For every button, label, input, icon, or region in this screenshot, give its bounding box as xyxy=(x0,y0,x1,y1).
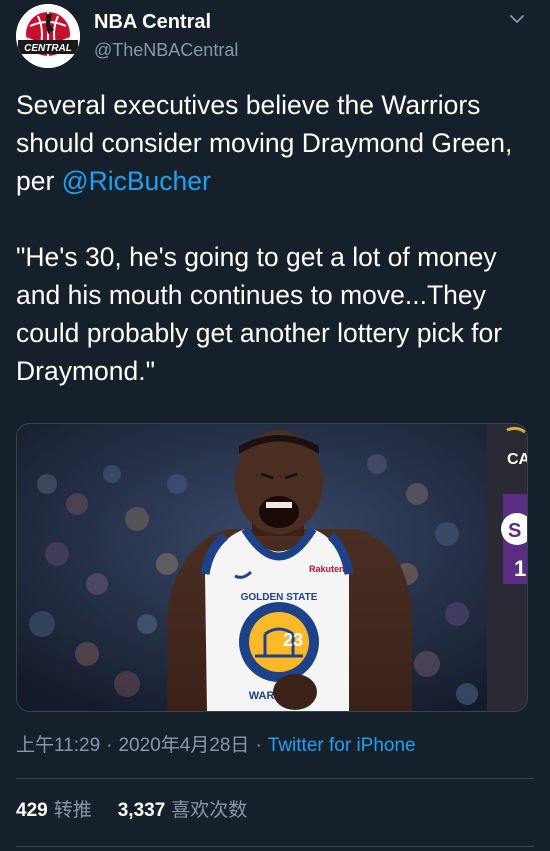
meta-separator: · xyxy=(255,735,262,756)
display-name[interactable]: NBA Central xyxy=(94,10,238,34)
likes-count: 3,337 xyxy=(117,800,166,821)
svg-text:1: 1 xyxy=(514,556,526,581)
tweet-image[interactable]: CA S 1 Rakuten GOLDEN STATE 23 WARR xyxy=(16,423,528,712)
jersey-sponsor: Rakuten xyxy=(309,564,345,574)
likes-stat[interactable]: 3,337 喜欢次数 xyxy=(118,798,248,824)
meta-separator: · xyxy=(106,735,113,756)
likes-label: 喜欢次数 xyxy=(171,800,248,821)
divider xyxy=(16,846,534,847)
author-names: NBA Central @TheNBACentral xyxy=(94,10,238,62)
svg-text:CA: CA xyxy=(507,451,528,468)
svg-text:S: S xyxy=(508,520,521,542)
arena-sign: CA S 1 xyxy=(487,424,528,711)
player-photo: CA S 1 Rakuten GOLDEN STATE 23 WARR xyxy=(17,424,528,711)
mention-link[interactable]: @RicBucher xyxy=(62,166,211,196)
tweet-time[interactable]: 上午11:29 xyxy=(16,733,100,759)
avatar-text: CENTRAL xyxy=(24,43,72,54)
jersey-number: 23 xyxy=(283,630,303,650)
tweet-stats: 429 转推 3,337 喜欢次数 xyxy=(16,798,536,824)
retweets-count: 429 xyxy=(16,800,48,821)
tweet-text: Several executives believe the Warriors … xyxy=(16,86,534,390)
handle[interactable]: @TheNBACentral xyxy=(94,38,238,62)
tweet-header: CENTRAL NBA Central @TheNBACentral xyxy=(16,4,536,68)
tweet-text-part2: "He's 30, he's going to get a lot of mon… xyxy=(16,242,503,386)
avatar[interactable]: CENTRAL xyxy=(16,4,80,68)
tweet-date[interactable]: 2020年4月28日 xyxy=(118,733,249,759)
divider xyxy=(16,778,534,779)
tweet-meta: 上午11:29 · 2020年4月28日 · Twitter for iPhon… xyxy=(16,733,536,759)
tweet-source[interactable]: Twitter for iPhone xyxy=(268,733,416,759)
jersey-text: GOLDEN STATE xyxy=(241,592,318,603)
chevron-down-icon[interactable] xyxy=(508,10,526,28)
retweets-stat[interactable]: 429 转推 xyxy=(16,798,92,824)
nba-central-logo: CENTRAL xyxy=(16,4,80,68)
retweets-label: 转推 xyxy=(53,800,92,821)
